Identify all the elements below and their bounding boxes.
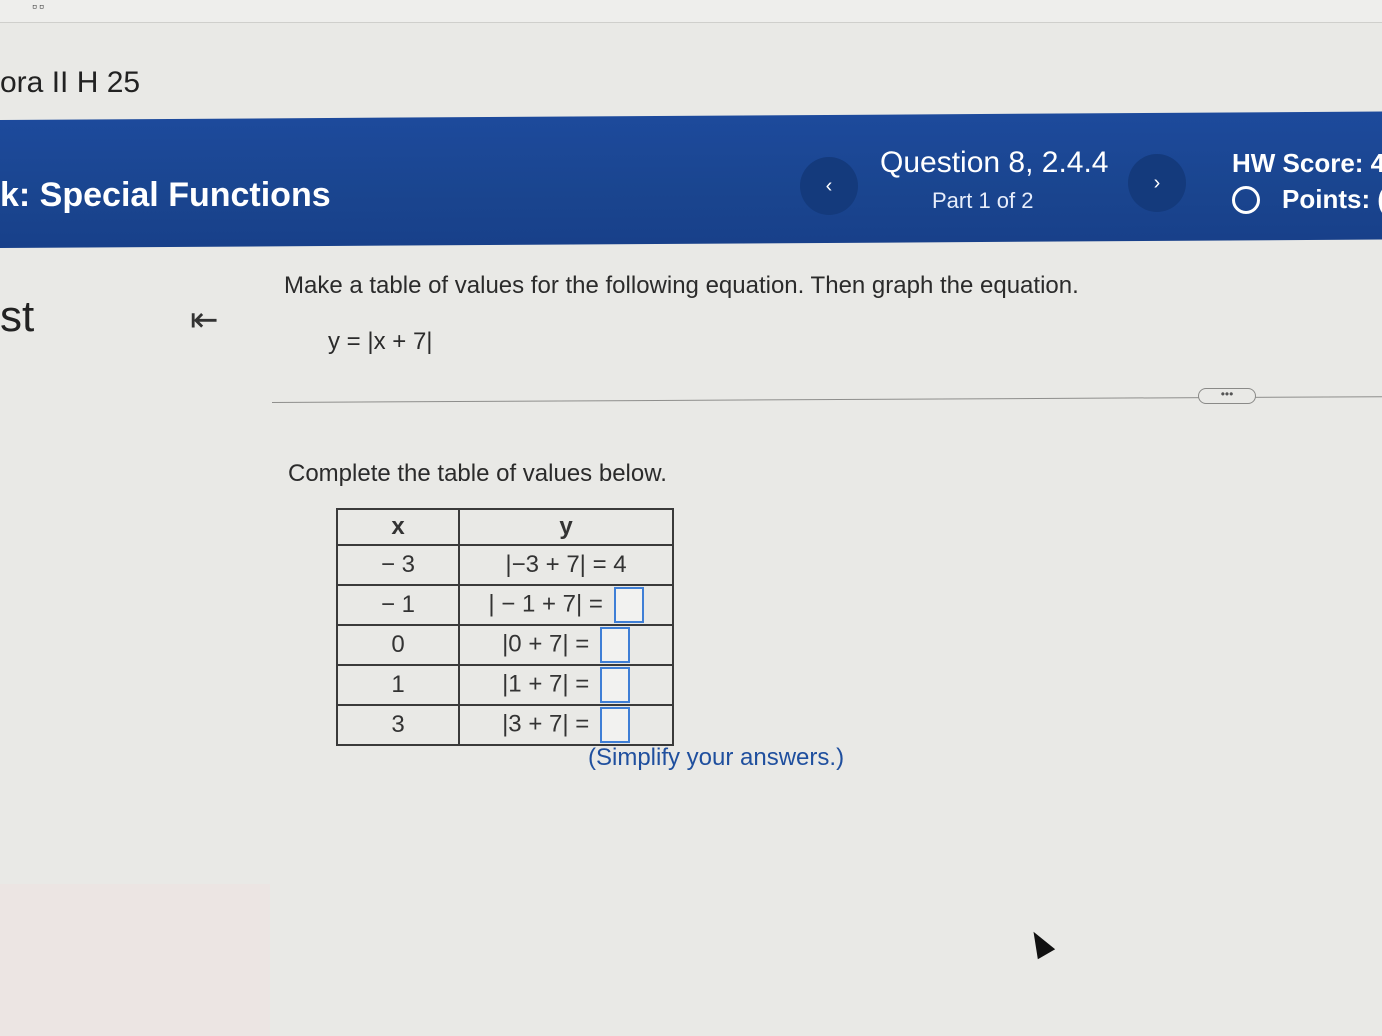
x-cell: − 3 (336, 544, 460, 586)
mouse-cursor-icon (1024, 926, 1056, 960)
y-cell: |0 + 7| = (458, 624, 674, 666)
section-title: k: Special Functions (0, 176, 331, 214)
x-cell: − 1 (336, 584, 460, 626)
collapse-panel-icon[interactable]: ⇤ (190, 300, 219, 340)
y-cell: |3 + 7| = (458, 704, 674, 746)
expression: |−3 + 7| (505, 551, 586, 578)
x-cell: 1 (336, 664, 460, 706)
next-question-button[interactable]: › (1128, 154, 1186, 212)
browser-top-strip: ▫▫ (0, 0, 1382, 23)
table-row: 1 |1 + 7| = (336, 664, 674, 706)
table-row: 0 |0 + 7| = (336, 624, 674, 666)
expression: |3 + 7| (502, 710, 569, 738)
points-row: Points: ( (1232, 184, 1382, 215)
y-cell: |1 + 7| = (458, 664, 674, 706)
given-answer: = 4 (592, 551, 627, 578)
chevron-left-icon: ‹ (825, 174, 833, 197)
answer-input[interactable] (613, 587, 644, 623)
answer-input[interactable] (599, 627, 630, 663)
chevron-right-icon: › (1153, 171, 1161, 194)
course-title: ora II H 25 (0, 66, 141, 99)
window-icon: ▫▫ (32, 0, 46, 14)
values-table: x y − 3 |−3 + 7| = 4 − 1 | − 1 + 7| = 0 … (336, 508, 674, 746)
x-cell: 0 (336, 624, 460, 666)
table-row: − 3 |−3 + 7| = 4 (336, 544, 674, 586)
expression: | − 1 + 7| (488, 590, 583, 618)
question-title: Question 8, 2.4.4 (880, 146, 1109, 179)
table-row: 3 |3 + 7| = (336, 704, 674, 746)
equals-sign: = (575, 630, 590, 658)
points-label: Points: ( (1282, 184, 1382, 214)
more-options-button[interactable]: ••• (1198, 388, 1256, 404)
y-cell: |−3 + 7| = 4 (458, 544, 674, 586)
progress-circle-icon (1232, 185, 1260, 214)
equals-sign: = (575, 710, 590, 738)
table-instruction: Complete the table of values below. (288, 460, 667, 487)
equals-sign: = (588, 590, 603, 618)
y-cell: | − 1 + 7| = (458, 584, 674, 626)
answer-input[interactable] (599, 707, 630, 743)
simplify-hint: (Simplify your answers.) (588, 744, 845, 771)
sidebar-panel (0, 884, 270, 1036)
expression: |0 + 7| (502, 630, 569, 658)
sidebar-label: st (0, 292, 35, 341)
header-x: x (336, 508, 460, 546)
equals-sign: = (575, 670, 590, 698)
header-y: y (458, 508, 674, 546)
expression: |1 + 7| (502, 670, 569, 698)
table-row: − 1 | − 1 + 7| = (336, 584, 674, 626)
answer-input[interactable] (599, 667, 630, 703)
question-part: Part 1 of 2 (932, 188, 1034, 213)
equation: y = |x + 7| (328, 328, 433, 355)
hw-score: HW Score: 4 (1232, 148, 1382, 178)
previous-question-button[interactable]: ‹ (800, 157, 858, 215)
x-cell: 3 (336, 704, 460, 746)
table-header-row: x y (336, 508, 674, 546)
question-prompt: Make a table of values for the following… (284, 272, 1079, 299)
